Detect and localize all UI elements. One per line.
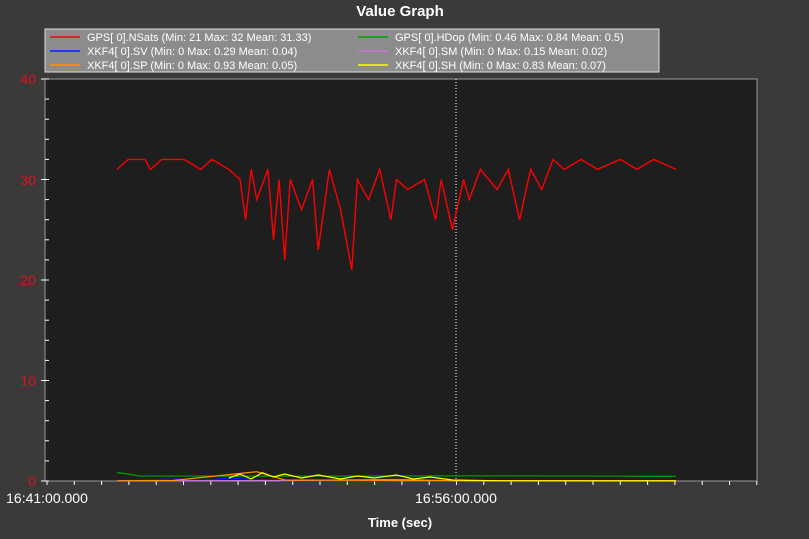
x-minor-ticks xyxy=(46,481,758,485)
legend-entry-5[interactable]: XKF4[ 0].SH (Min: 0 Max: 0.83 Mean: 0.07… xyxy=(395,60,606,72)
legend-entry-4[interactable]: XKF4[ 0].SP (Min: 0 Max: 0.93 Mean: 0.05… xyxy=(87,60,297,72)
x-tick-label-start: 16:41:00.000 xyxy=(6,490,88,506)
y-tick-label-30: 30 xyxy=(20,172,36,188)
legend-entry-2[interactable]: XKF4[ 0].SV (Min: 0 Max: 0.29 Mean: 0.04… xyxy=(87,46,297,58)
legend-entry-1[interactable]: GPS[ 0].HDop (Min: 0.46 Max: 0.84 Mean: … xyxy=(395,32,624,44)
value-graph-chart[interactable]: Value Graph 0 10 20 30 40 16:41:00.000 1… xyxy=(0,0,809,539)
legend[interactable]: GPS[ 0].NSats (Min: 21 Max: 32 Mean: 31.… xyxy=(44,28,660,73)
legend-entry-3[interactable]: XKF4[ 0].SM (Min: 0 Max: 0.15 Mean: 0.02… xyxy=(395,46,607,58)
y-axis: 0 10 20 30 40 xyxy=(20,71,36,489)
y-tick-label-0: 0 xyxy=(28,473,36,489)
y-tick-label-20: 20 xyxy=(20,272,36,288)
x-axis: 16:41:00.000 16:56:00.000 xyxy=(6,490,497,506)
legend-entry-0[interactable]: GPS[ 0].NSats (Min: 21 Max: 32 Mean: 31.… xyxy=(87,32,311,44)
y-minor-ticks xyxy=(41,78,49,482)
x-tick-label-mid: 16:56:00.000 xyxy=(415,490,497,506)
plot-area[interactable] xyxy=(44,78,758,482)
x-axis-title: Time (sec) xyxy=(368,515,432,530)
y-tick-label-40: 40 xyxy=(20,71,36,87)
y-tick-label-10: 10 xyxy=(20,373,36,389)
chart-title: Value Graph xyxy=(356,3,444,20)
